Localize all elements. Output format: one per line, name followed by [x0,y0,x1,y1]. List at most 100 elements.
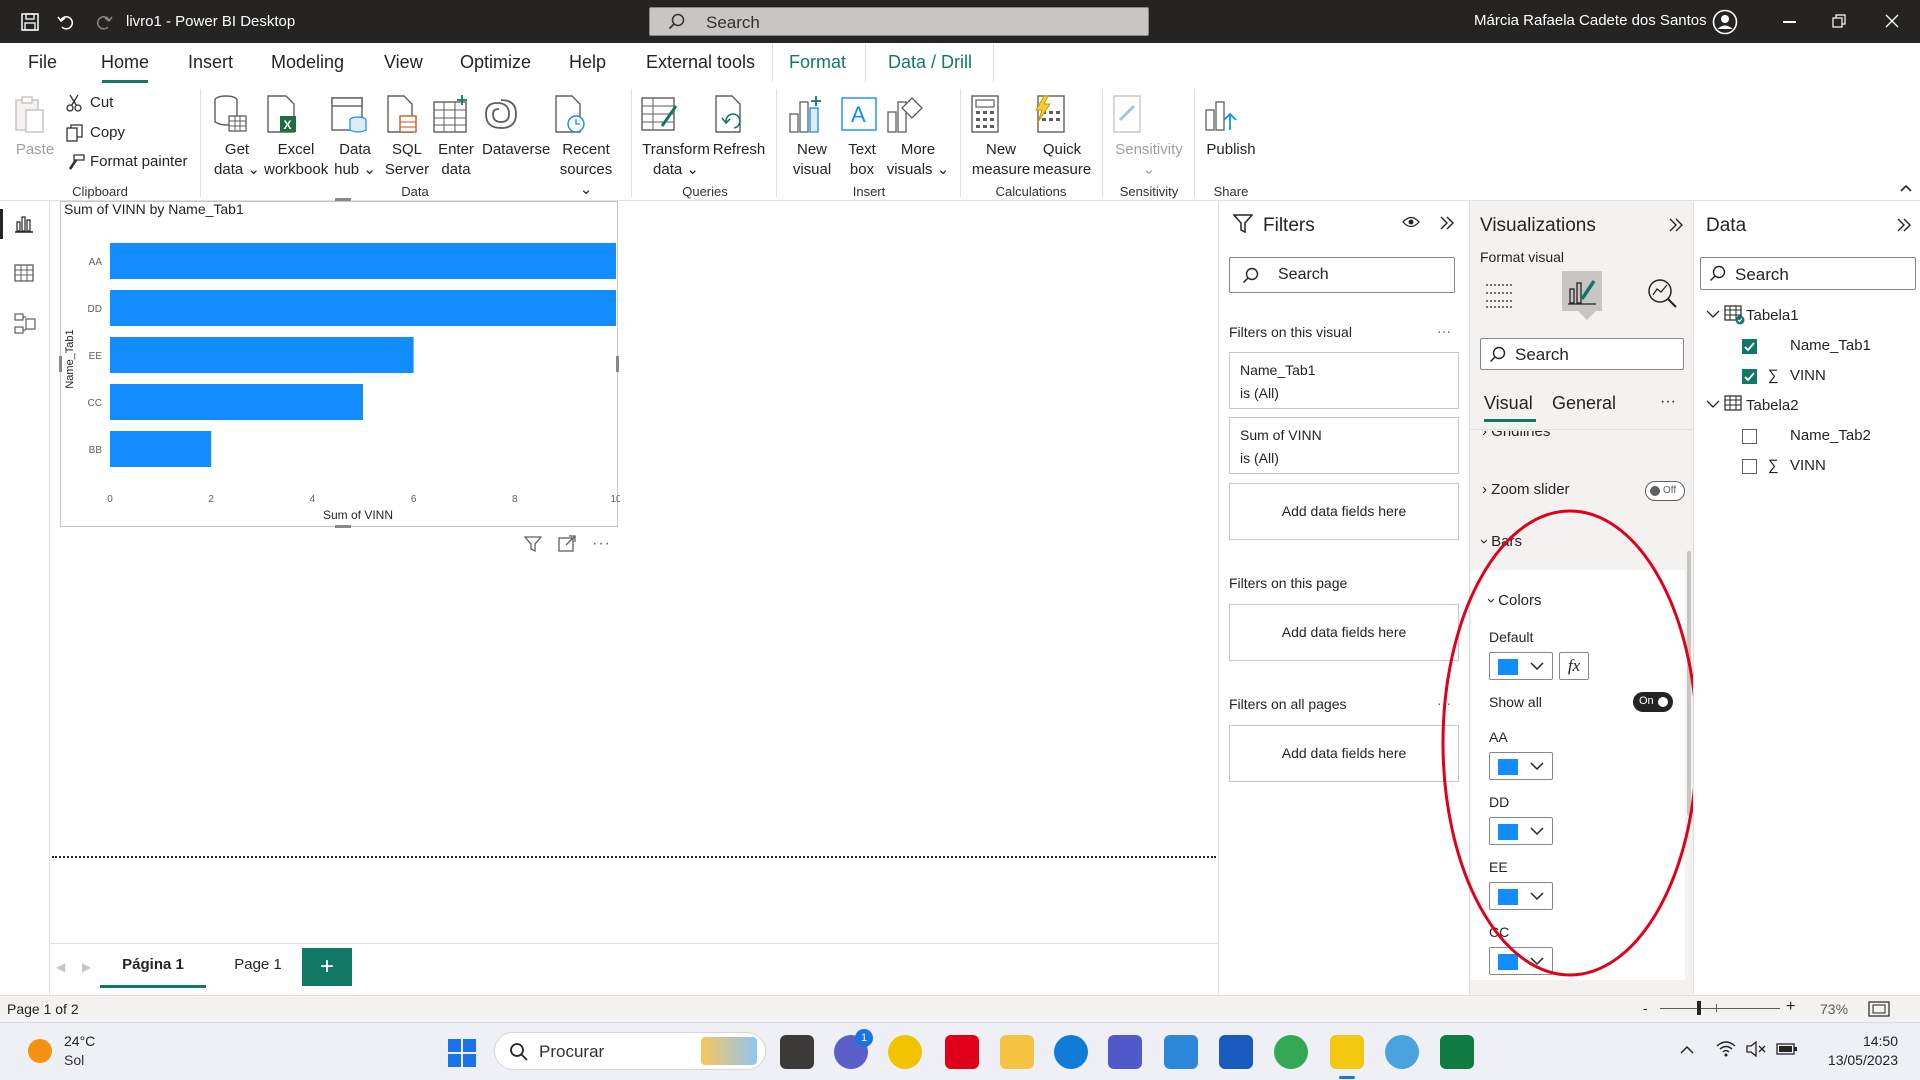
focus-mode-icon[interactable] [558,535,576,553]
field-vinn-tab2[interactable]: VINN [1790,457,1826,474]
clock-time[interactable]: 14:50 [1858,1033,1898,1049]
refresh-button[interactable]: Refresh [712,94,766,160]
zoom-slider[interactable] [1660,1008,1780,1009]
collapse-ribbon-icon[interactable] [1900,184,1912,192]
field-checkbox-checked[interactable] [1742,369,1757,384]
chevron-right-icon[interactable]: ▶ [82,960,91,974]
windows-start-icon[interactable] [447,1038,477,1068]
sql-server-button[interactable]: SQL Server [384,94,430,180]
recent-sources-button[interactable]: Recent sources ⌄ [552,94,620,200]
new-measure-button[interactable]: New measure [970,94,1032,180]
sensitivity-button[interactable]: Sensitivity ⌄ [1110,94,1188,180]
get-data-button[interactable]: Get data ⌄ [212,94,262,180]
network-app-icon[interactable] [1385,1035,1419,1069]
tab-optimize[interactable]: Optimize [460,52,531,73]
cut-button[interactable]: Cut [90,94,113,111]
add-data-fields-page[interactable]: Add data fields here [1229,604,1459,661]
weather-temp[interactable]: 24°C [64,1033,95,1049]
fit-to-page-icon[interactable] [1868,1001,1890,1017]
zoom-in-button[interactable]: + [1786,998,1795,1016]
tab-visual[interactable]: Visual [1484,393,1533,414]
resize-handle-right[interactable] [616,356,619,372]
undo-icon[interactable] [56,12,76,32]
field-name-tab1[interactable]: Name_Tab1 [1790,337,1871,354]
zoom-slider-section[interactable]: › Zoom slider [1482,481,1570,498]
resize-handle-top[interactable] [335,198,351,201]
more-options-icon[interactable]: ··· [592,535,611,553]
close-icon[interactable] [1885,14,1899,28]
copy-button[interactable]: Copy [90,124,125,141]
more-options-icon[interactable]: ··· [1437,695,1451,711]
show-all-toggle[interactable]: On [1633,692,1673,712]
bar-dd[interactable] [110,290,616,326]
zoom-slider-toggle[interactable]: Off [1645,481,1685,501]
format-search-input[interactable]: Search [1480,338,1684,370]
tab-insert[interactable]: Insert [188,52,233,73]
table-tabela1[interactable]: Tabela1 [1746,307,1799,324]
battery-icon[interactable] [1776,1041,1798,1057]
taskbar-search[interactable]: Procurar [494,1032,766,1070]
excel-icon[interactable] [1440,1035,1474,1069]
tab-help[interactable]: Help [569,52,606,73]
tab-data-drill[interactable]: Data / Drill [888,52,972,73]
tab-external-tools[interactable]: External tools [646,52,755,73]
save-icon[interactable] [20,12,40,32]
resize-handle-left[interactable] [59,356,62,372]
tab-modeling[interactable]: Modeling [271,52,344,73]
resize-handle-bottom[interactable] [335,525,351,528]
chevron-down-icon[interactable] [1706,309,1720,319]
quick-measure-button[interactable]: Quick measure [1032,94,1092,180]
collapse-visualizations-icon[interactable] [1668,217,1684,233]
add-data-fields-visual[interactable]: Add data fields here [1229,483,1459,540]
bar-cc[interactable] [110,384,363,420]
data-search-input[interactable]: Search [1700,257,1916,290]
filter-card-sum-vinn[interactable]: Sum of VINN is (All) [1229,417,1459,474]
user-name[interactable]: Márcia Rafaela Cadete dos Santos [1474,12,1707,29]
more-visuals-button[interactable]: More visuals ⌄ [886,94,950,180]
owl-app-icon[interactable] [888,1035,922,1069]
edge-icon[interactable] [1054,1035,1088,1069]
bars-section[interactable]: › Bars [1476,533,1522,550]
add-data-fields-all-pages[interactable]: Add data fields here [1229,725,1459,782]
minimize-icon[interactable] [1783,21,1796,23]
clock-date[interactable]: 13/05/2023 [1818,1052,1898,1068]
format-painter-button[interactable]: Format painter [90,153,188,170]
notepad-icon[interactable] [1164,1035,1198,1069]
chevron-left-icon[interactable]: ◀ [56,960,65,974]
gridlines-section[interactable]: › Gridlines [1470,431,1694,445]
color-picker-dd[interactable] [1489,817,1553,845]
color-picker-ee[interactable] [1489,882,1553,910]
task-view-icon[interactable] [780,1035,814,1069]
bar-bb[interactable] [110,431,212,467]
enter-data-button[interactable]: Enter data [432,94,480,180]
tab-general[interactable]: General [1552,393,1616,414]
power-bi-icon[interactable] [1330,1035,1364,1069]
word-icon[interactable] [1219,1035,1253,1069]
color-picker-aa[interactable] [1489,752,1553,780]
field-name-tab2[interactable]: Name_Tab2 [1790,427,1871,444]
eye-icon[interactable] [1402,215,1420,229]
field-vinn-tab1[interactable]: VINN [1790,367,1826,384]
colors-section[interactable]: › Colors [1483,592,1542,609]
color-picker-cc[interactable] [1489,947,1553,975]
publish-button[interactable]: Publish [1202,94,1260,160]
chevron-up-icon[interactable] [1680,1045,1694,1055]
more-options-icon[interactable]: ··· [1437,323,1451,339]
model-view-icon[interactable] [14,313,36,335]
restore-icon[interactable] [1832,14,1846,28]
zoom-slider-thumb[interactable] [1697,1001,1701,1015]
chrome-icon[interactable] [1274,1035,1308,1069]
title-search-input[interactable]: Search [649,7,1149,36]
new-visual-button[interactable]: New visual [786,94,838,180]
build-visual-icon[interactable] [1484,277,1516,309]
weather-condition[interactable]: Sol [64,1052,84,1068]
fx-button[interactable]: fx [1559,652,1589,680]
tab-view[interactable]: View [384,52,423,73]
scrollbar[interactable] [1687,551,1691,816]
bar-ee[interactable] [110,337,414,373]
data-hub-button[interactable]: Data hub ⌄ [330,94,380,180]
add-page-button[interactable]: + [302,948,352,986]
file-explorer-icon[interactable] [1000,1035,1034,1069]
collapse-filters-icon[interactable] [1439,215,1455,231]
mendeley-icon[interactable] [945,1035,979,1069]
